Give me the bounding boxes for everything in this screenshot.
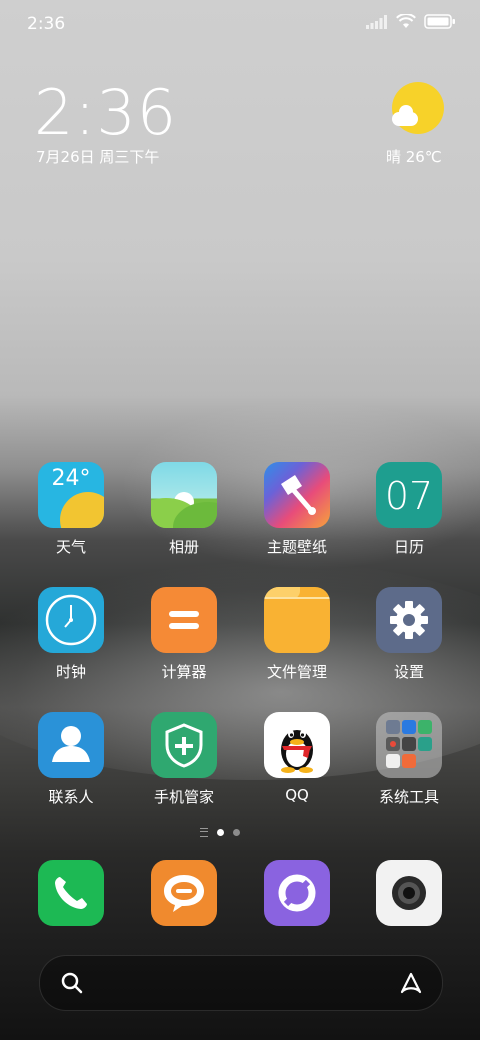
app-contacts[interactable]: 联系人 [21, 712, 121, 807]
home-screen: 2:36 2:36 7月26日 周三下午 晴 26℃ 24° 天气 相册 主题壁… [0, 0, 480, 1040]
feed-page-icon[interactable] [200, 828, 208, 837]
browser-app-icon [264, 860, 330, 926]
app-themes[interactable]: 主题壁纸 [247, 462, 347, 557]
app-weather[interactable]: 24° 天气 [21, 462, 121, 557]
app-label: 日历 [393, 538, 424, 556]
dock-phone[interactable] [38, 860, 104, 926]
dock-browser[interactable] [264, 860, 330, 926]
qq-app-icon [264, 712, 330, 778]
signal-icon [366, 14, 388, 33]
clock-widget-date[interactable]: 7月26日 周三下午 [36, 146, 159, 167]
app-label: 联系人 [48, 788, 94, 806]
weather-widget-text[interactable]: 晴 26℃ [386, 146, 442, 167]
app-label: 天气 [55, 538, 86, 556]
app-label: 手机管家 [153, 788, 214, 806]
camera-app-icon [376, 860, 442, 926]
status-time: 2:36 [27, 14, 66, 34]
security-app-icon [151, 712, 217, 778]
settings-app-icon [376, 587, 442, 653]
calculator-app-icon [151, 587, 217, 653]
app-label: 设置 [393, 663, 424, 681]
app-gallery[interactable]: 相册 [134, 462, 234, 557]
dock-messages[interactable] [151, 860, 217, 926]
messages-app-icon [151, 860, 217, 926]
app-label: QQ [285, 786, 309, 804]
app-calendar[interactable]: 07 日历 [359, 462, 459, 557]
clock-widget-time[interactable]: 2:36 [34, 76, 177, 149]
app-security[interactable]: 手机管家 [134, 712, 234, 807]
status-bar: 2:36 [0, 0, 480, 48]
themes-app-icon [264, 462, 330, 528]
page-indicator[interactable] [200, 828, 240, 837]
dock-camera[interactable] [376, 860, 442, 926]
app-settings[interactable]: 设置 [359, 587, 459, 682]
system-tools-folder-icon [376, 712, 442, 778]
calendar-app-icon: 07 [376, 462, 442, 528]
status-icons [366, 13, 456, 33]
clock-app-icon [38, 587, 104, 653]
contacts-app-icon [38, 712, 104, 778]
app-label: 系统工具 [378, 788, 439, 806]
page-dot[interactable] [233, 829, 240, 836]
app-label: 文件管理 [266, 663, 327, 681]
app-calculator[interactable]: 计算器 [134, 587, 234, 682]
files-app-icon [264, 587, 330, 653]
assistant-icon[interactable] [398, 970, 424, 1000]
app-label: 主题壁纸 [266, 538, 327, 556]
app-label: 时钟 [55, 663, 86, 681]
app-clock[interactable]: 时钟 [21, 587, 121, 682]
phone-app-icon [38, 860, 104, 926]
wifi-icon [396, 13, 416, 33]
search-icon [60, 971, 84, 999]
app-label: 相册 [168, 538, 199, 556]
battery-icon [424, 14, 456, 33]
search-bar[interactable] [39, 955, 443, 1011]
gallery-app-icon [151, 462, 217, 528]
page-dot-current[interactable] [217, 829, 224, 836]
weather-cloud-icon [392, 105, 418, 126]
app-label: 计算器 [161, 663, 207, 681]
folder-system-tools[interactable]: 系统工具 [359, 712, 459, 807]
weather-app-icon: 24° [38, 462, 104, 528]
app-qq[interactable]: QQ [247, 712, 347, 804]
app-files[interactable]: 文件管理 [247, 587, 347, 682]
